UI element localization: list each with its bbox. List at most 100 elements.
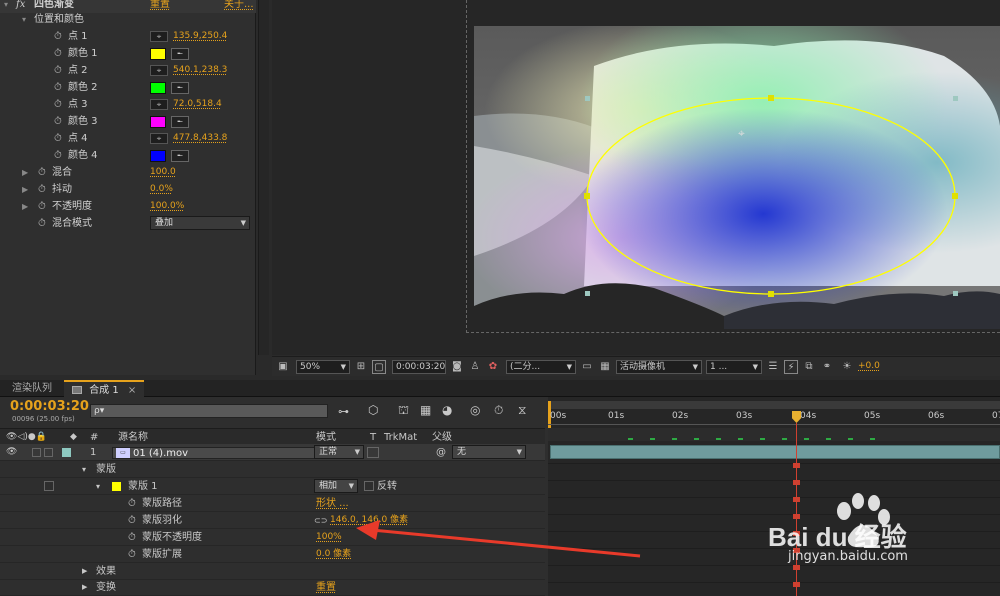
twirl-open-icon[interactable]: ▾ bbox=[22, 11, 26, 28]
current-timecode[interactable]: 0:00:03:20 bbox=[10, 399, 89, 414]
stopwatch-icon[interactable]: ⏱ bbox=[128, 495, 136, 512]
snapshot-camera-icon[interactable]: ◙ bbox=[450, 360, 464, 374]
close-icon[interactable]: × bbox=[128, 385, 136, 396]
work-area-bar[interactable] bbox=[548, 401, 1000, 409]
motion-blur-icon[interactable]: ◕ bbox=[442, 403, 452, 417]
constrain-link-icon[interactable]: ⊂⊃ bbox=[314, 512, 327, 529]
twirl-closed-icon[interactable]: ▶ bbox=[22, 198, 28, 215]
layer-row[interactable]: 👁 1 01 (4).mov ▭ 正常 ▼ @ 无 ▼ bbox=[0, 444, 545, 461]
layer-search-input[interactable]: ρ▾ bbox=[90, 404, 328, 418]
preserve-transparency-checkbox[interactable] bbox=[367, 447, 379, 458]
twirl-closed-icon[interactable]: ▶ bbox=[82, 579, 87, 596]
lock-switch[interactable] bbox=[44, 448, 53, 457]
safe-zones-icon[interactable]: ⊞ bbox=[354, 360, 368, 374]
comp-mini-flowchart-icon[interactable]: ⊶ bbox=[338, 405, 349, 418]
transform-reset-link[interactable]: 重置 bbox=[316, 579, 336, 596]
stopwatch-icon[interactable]: ⏱ bbox=[54, 96, 62, 113]
mask-1-row[interactable]: ▾ 蒙版 1 相加 ▼ 反转 bbox=[0, 478, 545, 495]
mask-visibility-icon[interactable]: ▢ bbox=[372, 360, 386, 374]
tab-composition[interactable]: 合成 1 × bbox=[64, 380, 145, 397]
color-2-swatch[interactable] bbox=[150, 82, 166, 94]
mask-expansion-value[interactable]: 0.0 像素 bbox=[316, 546, 351, 563]
group-row[interactable]: ▾ 位置和颜色 bbox=[0, 11, 256, 28]
playhead-handle[interactable] bbox=[792, 411, 801, 423]
timecode-field[interactable]: 0:00:03:20 bbox=[392, 360, 446, 374]
flowchart-icon[interactable]: ⚭ bbox=[820, 360, 834, 374]
mask-1-label[interactable]: 蒙版 1 bbox=[128, 478, 158, 495]
color-4-swatch[interactable] bbox=[150, 150, 166, 162]
draft-3d-icon[interactable]: ⬡ bbox=[368, 403, 378, 417]
parent-dropdown[interactable]: 无 ▼ bbox=[452, 445, 526, 459]
resolution-dropdown[interactable]: (二分... ▼ bbox=[506, 360, 576, 374]
stopwatch-icon[interactable]: ⏱ bbox=[38, 215, 46, 232]
point-2-value[interactable]: 540.1,238.3 bbox=[173, 62, 227, 79]
point-1-value[interactable]: 135.9,250.4 bbox=[173, 28, 227, 45]
stopwatch-icon[interactable]: ⏱ bbox=[38, 164, 46, 181]
color-1-swatch[interactable] bbox=[150, 48, 166, 60]
stopwatch-icon[interactable]: ⏱ bbox=[38, 198, 46, 215]
region-of-interest-icon[interactable]: ▭ bbox=[580, 360, 594, 374]
transparency-grid-icon[interactable]: ▦ bbox=[598, 360, 612, 374]
show-snapshot-icon[interactable]: ♙ bbox=[468, 360, 482, 374]
mask-mode-dropdown[interactable]: 相加 ▼ bbox=[314, 479, 358, 493]
composition-frame[interactable]: ⌖ bbox=[474, 26, 1000, 329]
blend-mode-dropdown[interactable]: 叠加 ▼ bbox=[150, 216, 250, 230]
stopwatch-icon[interactable]: ⏱ bbox=[38, 181, 46, 198]
crosshair-icon[interactable]: ⌖ bbox=[150, 31, 168, 42]
crosshair-icon[interactable]: ⌖ bbox=[150, 99, 168, 110]
always-preview-icon[interactable]: ▣ bbox=[276, 360, 290, 374]
zoom-dropdown[interactable]: 50% ▼ bbox=[296, 360, 350, 374]
color-3-swatch[interactable] bbox=[150, 116, 166, 128]
stopwatch-icon[interactable]: ⏱ bbox=[54, 113, 62, 130]
twirl-open-icon[interactable]: ▾ bbox=[82, 461, 86, 478]
toggle-pixel-icon[interactable]: ☰ bbox=[766, 360, 780, 374]
hide-shy-icon[interactable]: ⛫ bbox=[398, 403, 409, 419]
stopwatch-icon[interactable]: ⏱ bbox=[54, 79, 62, 96]
layer-label-color[interactable] bbox=[62, 448, 71, 457]
timeline-icon[interactable]: ⧉ bbox=[802, 360, 816, 374]
twirl-closed-icon[interactable]: ▶ bbox=[82, 563, 87, 580]
eyedropper-icon[interactable]: ╾ bbox=[171, 82, 189, 94]
twirl-closed-icon[interactable]: ▶ bbox=[22, 181, 28, 198]
tab-render-queue[interactable]: 渲染队列 bbox=[4, 380, 60, 397]
panel-scrollbar[interactable] bbox=[258, 0, 269, 355]
pickwhip-icon[interactable]: @ bbox=[436, 444, 446, 461]
fast-preview-icon[interactable]: ⚡ bbox=[784, 360, 798, 374]
eyedropper-icon[interactable]: ╾ bbox=[171, 150, 189, 162]
stopwatch-icon[interactable]: ⏱ bbox=[54, 147, 62, 164]
masks-group-row[interactable]: ▾ 蒙版 bbox=[0, 461, 545, 478]
camera-dropdown[interactable]: 活动摄像机 ▼ bbox=[616, 360, 702, 374]
point-3-value[interactable]: 72.0,518.4 bbox=[173, 96, 222, 113]
solo-switch[interactable] bbox=[32, 448, 41, 457]
jitter-value[interactable]: 0.0% bbox=[150, 181, 173, 198]
eyedropper-icon[interactable]: ╾ bbox=[171, 48, 189, 60]
crosshair-icon[interactable]: ⌖ bbox=[150, 133, 168, 144]
point-4-value[interactable]: 477.8,433.8 bbox=[173, 130, 227, 147]
stopwatch-icon[interactable]: ⏱ bbox=[128, 529, 136, 546]
eye-icon[interactable]: 👁 bbox=[6, 444, 17, 461]
invert-checkbox[interactable] bbox=[364, 481, 374, 491]
brainstorm-icon[interactable]: ⏱ bbox=[494, 403, 503, 418]
stopwatch-icon[interactable]: ⏱ bbox=[54, 130, 62, 147]
time-graph[interactable]: 00s 01s 02s 03s 04s 05s 06s 07 Bai du 经验… bbox=[548, 397, 1000, 596]
stopwatch-icon[interactable]: ⏱ bbox=[54, 45, 62, 62]
stopwatch-icon[interactable]: ⏱ bbox=[54, 28, 62, 45]
channels-icon[interactable]: ✿ bbox=[486, 360, 500, 374]
twirl-open-icon[interactable]: ▾ bbox=[96, 478, 100, 495]
graph-editor-icon[interactable]: ◎ bbox=[470, 403, 480, 417]
auto-keyframe-icon[interactable]: ⧖ bbox=[518, 403, 526, 418]
opacity-value[interactable]: 100.0% bbox=[150, 198, 184, 215]
frame-blending-icon[interactable]: ▦ bbox=[420, 403, 431, 417]
blend-value[interactable]: 100.0 bbox=[150, 164, 176, 181]
twirl-closed-icon[interactable]: ▶ bbox=[22, 164, 28, 181]
mask-lock-switch[interactable] bbox=[44, 481, 54, 491]
effects-group-row[interactable]: ▶ 效果 bbox=[0, 563, 545, 580]
layer-name-field[interactable]: 01 (4).mov bbox=[112, 447, 332, 459]
exposure-icon[interactable]: ☀ bbox=[840, 360, 854, 374]
crosshair-icon[interactable]: ⌖ bbox=[150, 65, 168, 76]
mask-path-value[interactable]: 形状 ... bbox=[316, 495, 349, 512]
eyedropper-icon[interactable]: ╾ bbox=[171, 116, 189, 128]
stopwatch-icon[interactable]: ⏱ bbox=[128, 546, 136, 563]
stopwatch-icon[interactable]: ⏱ bbox=[54, 62, 62, 79]
stopwatch-icon[interactable]: ⏱ bbox=[128, 512, 136, 529]
